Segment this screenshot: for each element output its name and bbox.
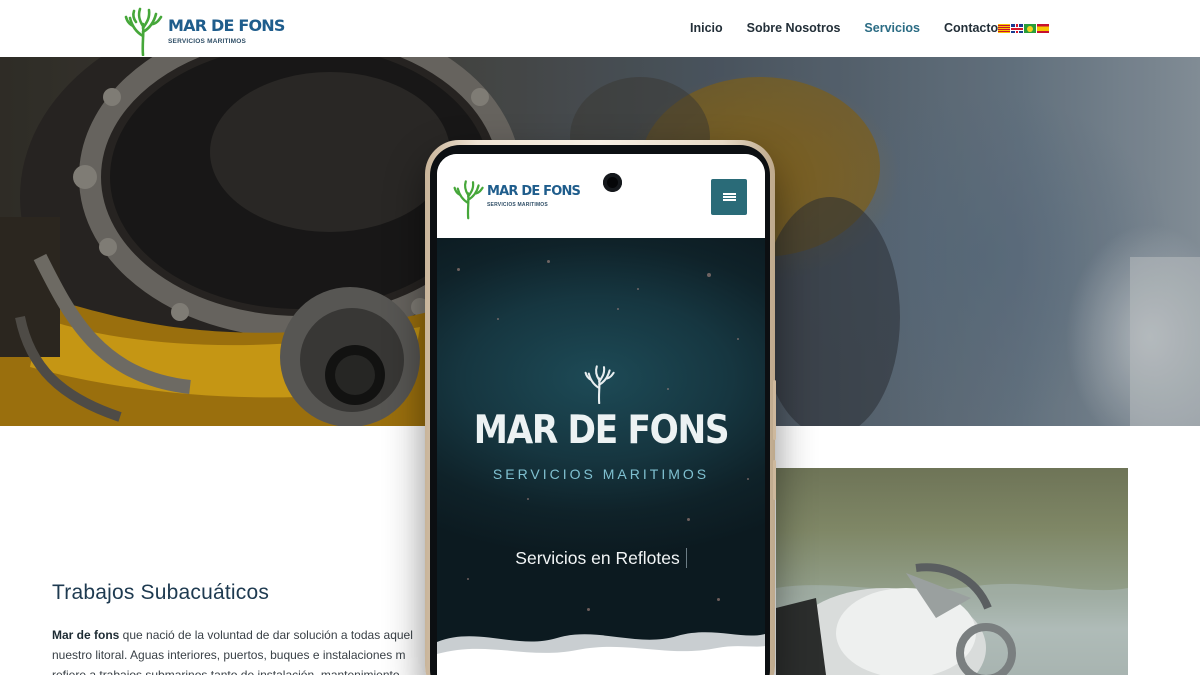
particle-dot bbox=[617, 308, 619, 310]
main-nav: Inicio Sobre Nosotros Servicios Contacto bbox=[690, 21, 998, 35]
nav-sobre-nosotros[interactable]: Sobre Nosotros bbox=[747, 21, 841, 35]
particle-dot bbox=[467, 578, 469, 580]
site-header: MAR DE FONS SERVICIOS MARITIMOS Inicio S… bbox=[0, 0, 1200, 57]
mobile-hero-title: MAR DE FONS bbox=[473, 408, 730, 453]
particle-dot bbox=[737, 338, 739, 340]
mobile-typed-headline: Servicios en Reflotes bbox=[437, 548, 765, 569]
mobile-brand-wordmark: MAR DE FONS bbox=[487, 184, 581, 199]
typed-prefix: Servicios en bbox=[515, 548, 611, 568]
mobile-brand-tagline: SERVICIOS MARITIMOS bbox=[487, 202, 548, 208]
intro-line-1: Mar de fons que nació de la voluntad de … bbox=[52, 625, 432, 645]
phone-side-button bbox=[773, 380, 776, 440]
nav-servicios[interactable]: Servicios bbox=[864, 21, 920, 35]
particle-dot bbox=[457, 268, 460, 271]
particle-dot bbox=[667, 388, 669, 390]
english-flag-icon[interactable] bbox=[1011, 24, 1023, 33]
particle-dot bbox=[707, 273, 711, 277]
typed-word: Reflotes bbox=[615, 548, 680, 568]
particle-dot bbox=[527, 498, 529, 500]
particle-dot bbox=[717, 598, 720, 601]
seaweed-logo-icon bbox=[124, 7, 163, 56]
portuguese-flag-icon[interactable] bbox=[1024, 24, 1036, 33]
mobile-screen: MAR DE FONS SERVICIOS MARITIMOS MAR DE F… bbox=[437, 154, 765, 675]
front-camera-icon bbox=[603, 173, 622, 192]
intro-brand-name: Mar de fons bbox=[52, 628, 120, 642]
intro-line-2: nuestro litoral. Aguas interiores, puert… bbox=[52, 648, 406, 662]
mobile-header: MAR DE FONS SERVICIOS MARITIMOS bbox=[437, 154, 765, 238]
mobile-hero: MAR DE FONS SERVICIOS MARITIMOS Servicio… bbox=[437, 238, 765, 658]
helmet-water-image bbox=[776, 563, 1128, 675]
language-switcher bbox=[998, 24, 1049, 33]
particle-dot bbox=[587, 608, 590, 611]
wave-divider bbox=[437, 632, 765, 675]
hamburger-menu-button[interactable] bbox=[711, 179, 747, 215]
site-logo[interactable]: MAR DE FONS SERVICIOS MARITIMOS bbox=[124, 6, 285, 56]
catalan-flag-icon[interactable] bbox=[998, 24, 1010, 33]
hamburger-icon bbox=[722, 193, 736, 201]
phone-mockup: MAR DE FONS SERVICIOS MARITIMOS MAR DE F… bbox=[425, 140, 776, 675]
particle-dot bbox=[687, 518, 690, 521]
particle-dot bbox=[547, 260, 550, 263]
phone-side-button bbox=[773, 460, 776, 500]
brand-tagline: SERVICIOS MARITIMOS bbox=[168, 38, 247, 45]
nav-contacto[interactable]: Contacto bbox=[944, 21, 998, 35]
particle-dot bbox=[637, 288, 639, 290]
particle-dot bbox=[497, 318, 499, 320]
section-title: Trabajos Subacuáticos bbox=[52, 581, 270, 604]
intro-line-1-text: que nació de la voluntad de dar solución… bbox=[119, 628, 413, 642]
section-intro-text: Mar de fons que nació de la voluntad de … bbox=[52, 625, 432, 675]
spanish-flag-icon[interactable] bbox=[1037, 24, 1049, 33]
intro-line-3: refiere a trabajos submarinos tanto de i… bbox=[52, 668, 400, 675]
mobile-site-logo[interactable]: MAR DE FONS SERVICIOS MARITIMOS bbox=[453, 178, 581, 220]
nav-inicio[interactable]: Inicio bbox=[690, 21, 723, 35]
seaweed-emblem-icon bbox=[584, 365, 615, 404]
helmet-in-water-photo bbox=[776, 468, 1128, 675]
typing-caret bbox=[685, 548, 687, 568]
mobile-hero-subtitle: SERVICIOS MARITIMOS bbox=[492, 466, 710, 482]
brand-wordmark: MAR DE FONS bbox=[168, 16, 285, 35]
seaweed-logo-icon bbox=[453, 180, 484, 220]
